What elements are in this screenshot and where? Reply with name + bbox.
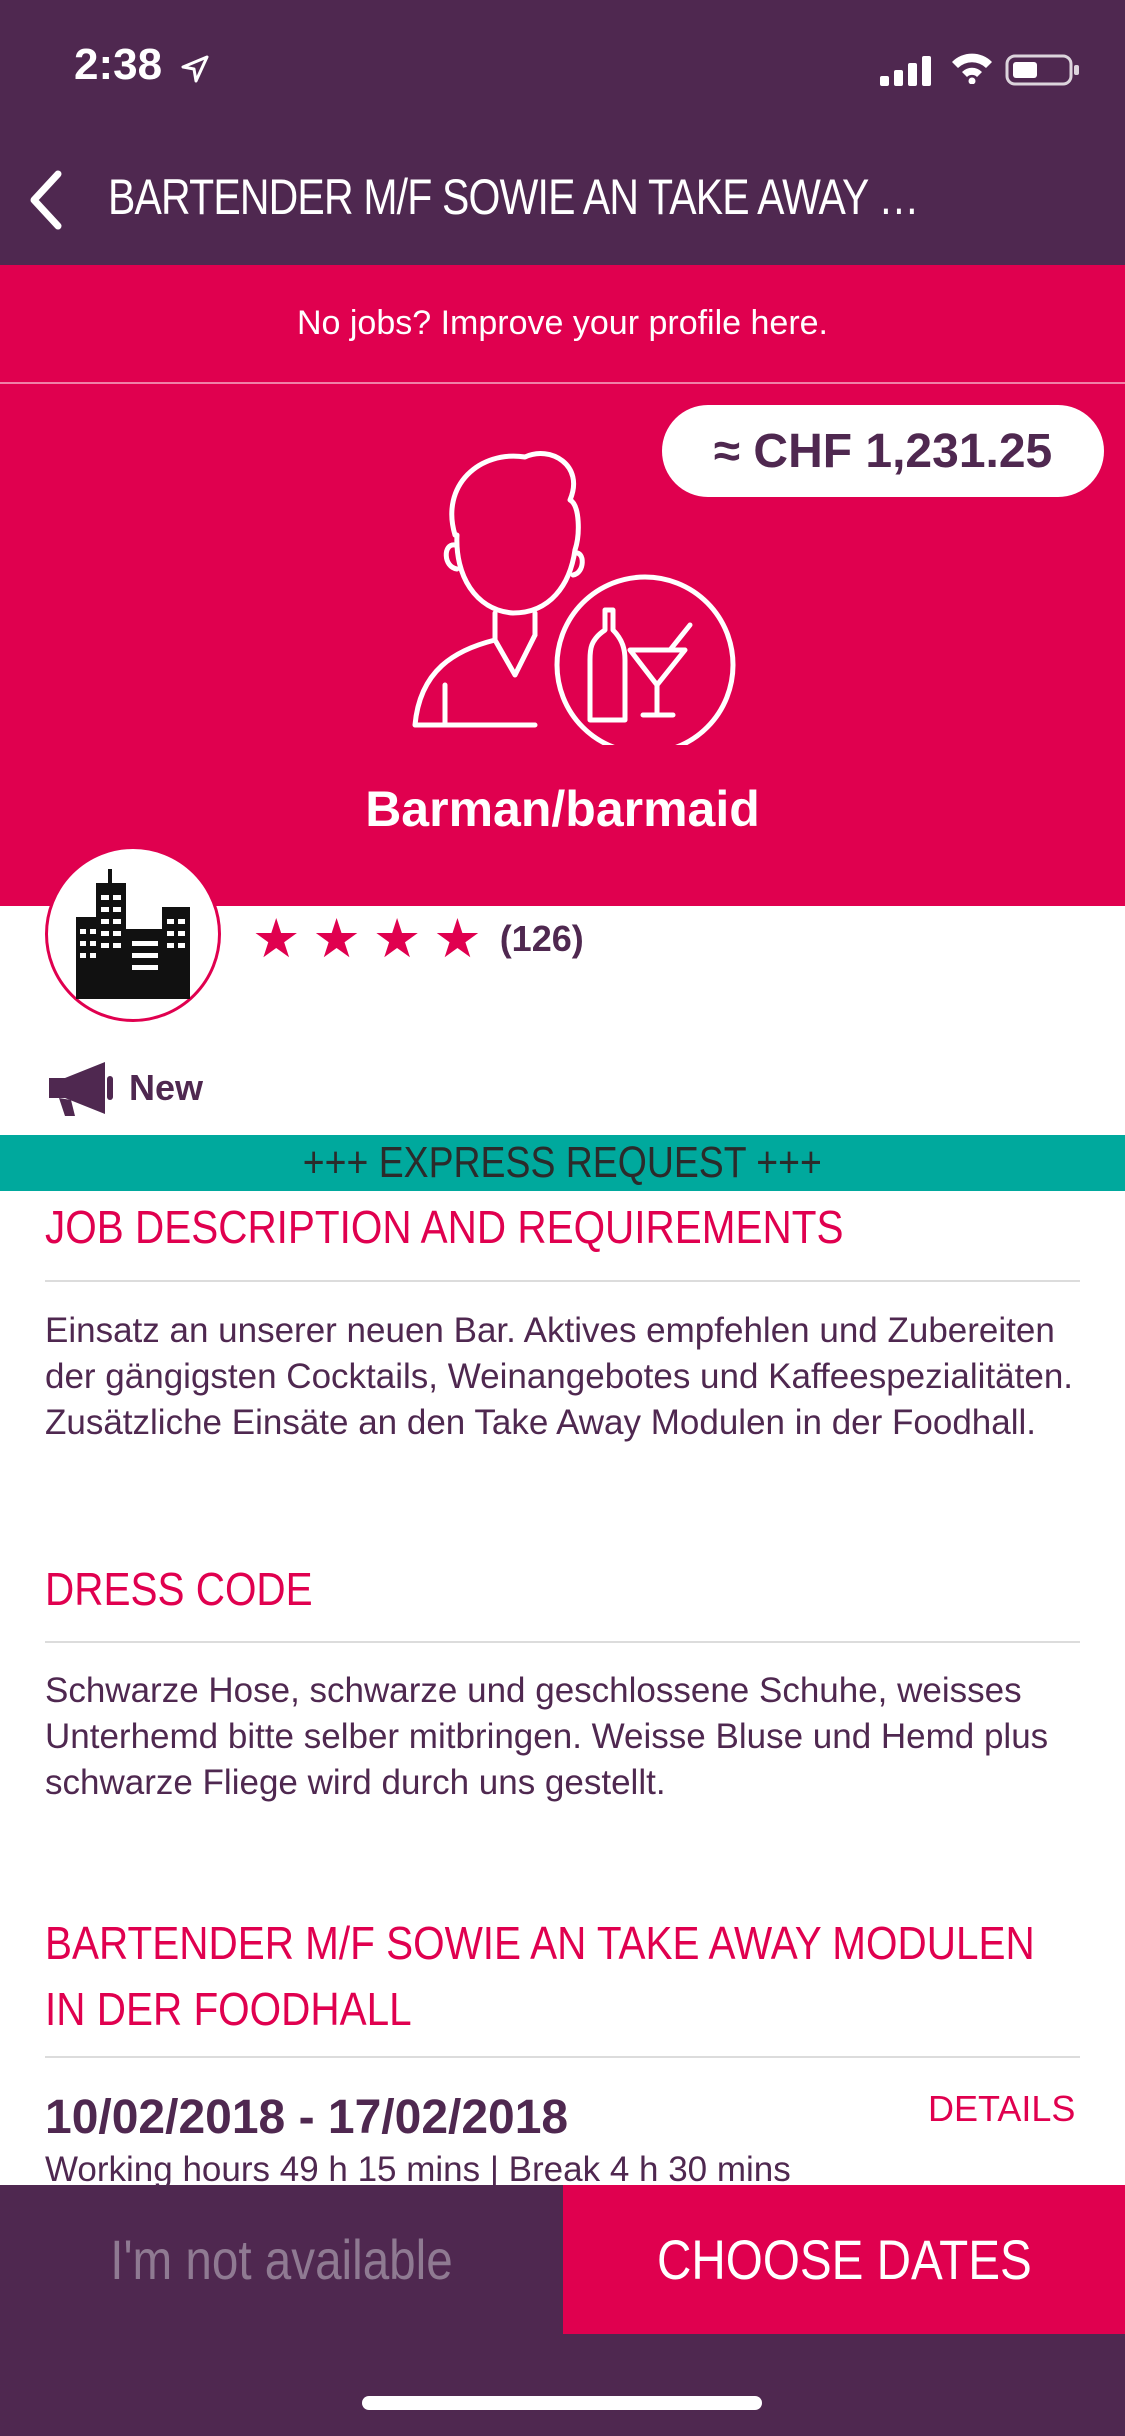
choose-dates-button[interactable]: CHOOSE DATES [563,2185,1125,2334]
star-icon: ★ [252,909,301,969]
not-available-button[interactable]: I'm not available [0,2185,563,2334]
divider [45,2056,1080,2058]
new-badge: New [45,1058,203,1118]
megaphone-icon [49,1062,113,1116]
star-icon: ★ [433,909,482,969]
job-role-title: Barman/barmaid [365,781,760,837]
new-label: New [129,1067,204,1108]
dress-code-text: Schwarze Hose, schwarze und geschlossene… [45,1671,1049,1802]
page-title: BARTENDER M/F SOWIE AN TAKE AWAY MODULEN… [108,169,928,225]
working-hours-text: Working hours 49 h 15 mins | Break 4 h 3… [45,2150,791,2189]
chevron-left-icon[interactable] [22,168,70,232]
location-arrow-icon [181,55,209,83]
company-logo[interactable] [45,846,221,1022]
job-description-text: Einsatz an unserer neuen Bar. Aktives em… [45,1311,1074,1442]
city-buildings-icon [76,869,190,999]
express-request-banner: +++ EXPRESS REQUEST +++ [0,1135,1125,1191]
status-time: 2:38 [74,40,163,89]
improve-profile-banner[interactable]: No jobs? Improve your profile here. [0,265,1125,384]
star-icon: ★ [312,909,361,969]
choose-dates-label: CHOOSE DATES [656,2228,1032,2291]
cell-signal-icon [880,56,931,86]
divider [45,1280,1080,1282]
divider [45,1641,1080,1643]
date-range: 10/02/2018 - 17/02/2018 [45,2091,569,2144]
job-description-heading: JOB DESCRIPTION AND REQUIREMENTS [45,1201,844,1253]
details-link[interactable]: DETAILS [928,2088,1075,2130]
job-shift-heading: BARTENDER M/F SOWIE AN TAKE AWAY MODULEN… [45,1917,1035,2035]
rating-count: (126) [499,918,584,959]
battery-icon [1005,54,1079,86]
company-rating: ★ ★ ★ ★ (126) [252,912,584,966]
express-request-label: +++ EXPRESS REQUEST +++ [302,1138,823,1187]
star-icon: ★ [372,909,422,969]
dress-code-heading: DRESS CODE [45,1563,313,1615]
not-available-label: I'm not available [110,2228,453,2291]
bartender-icon [412,451,736,745]
wifi-icon [952,53,992,84]
home-indicator[interactable] [362,2396,762,2410]
